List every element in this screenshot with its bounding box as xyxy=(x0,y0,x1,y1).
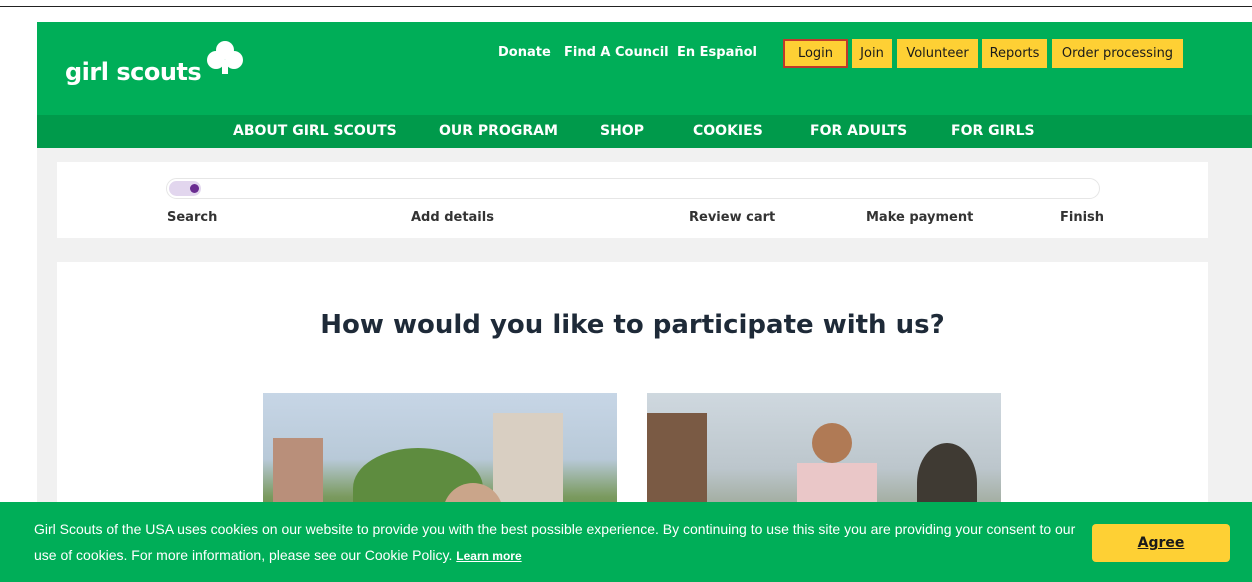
cookie-text: Girl Scouts of the USA uses cookies on o… xyxy=(34,516,1084,569)
cookie-message: Girl Scouts of the USA uses cookies on o… xyxy=(34,521,1076,563)
trefoil-icon xyxy=(207,41,243,74)
window-top-border xyxy=(0,6,1252,7)
step-finish: Finish xyxy=(1060,210,1105,225)
progress-track xyxy=(166,178,1100,199)
volunteer-button[interactable]: Volunteer xyxy=(897,39,978,68)
nav-our-program[interactable]: OUR PROGRAM xyxy=(439,123,558,139)
nav-for-girls[interactable]: FOR GIRLS xyxy=(951,123,1035,139)
girl-scouts-logo[interactable]: girl scouts xyxy=(65,58,202,86)
join-button[interactable]: Join xyxy=(852,39,892,68)
learn-more-link[interactable]: Learn more xyxy=(456,549,521,563)
order-processing-button[interactable]: Order processing xyxy=(1052,39,1183,68)
find-council-link[interactable]: Find A Council xyxy=(564,45,669,60)
step-make-payment: Make payment xyxy=(866,210,974,225)
donate-link[interactable]: Donate xyxy=(498,45,551,60)
step-review-cart: Review cart xyxy=(689,210,776,225)
agree-button[interactable]: Agree xyxy=(1092,524,1230,562)
espanol-link[interactable]: En Español xyxy=(677,45,757,60)
step-search: Search xyxy=(167,210,218,225)
site-header: girl scouts Donate Find A Council En Esp… xyxy=(37,22,1252,115)
step-add-details: Add details xyxy=(411,210,494,225)
page: girl scouts Donate Find A Council En Esp… xyxy=(37,22,1252,582)
nav-cookies[interactable]: COOKIES xyxy=(693,123,763,139)
nav-for-adults[interactable]: FOR ADULTS xyxy=(810,123,907,139)
cookie-consent-banner: Girl Scouts of the USA uses cookies on o… xyxy=(0,502,1252,582)
nav-about-girl-scouts[interactable]: ABOUT GIRL SCOUTS xyxy=(233,123,397,139)
reports-button[interactable]: Reports xyxy=(982,39,1047,68)
main-nav: ABOUT GIRL SCOUTS OUR PROGRAM SHOP COOKI… xyxy=(37,115,1252,148)
page-title: How would you like to participate with u… xyxy=(320,310,945,340)
progress-indicator-dot xyxy=(190,184,199,193)
checkout-progress: Search Add details Review cart Make paym… xyxy=(57,162,1208,238)
login-button[interactable]: Login xyxy=(783,39,848,68)
nav-shop[interactable]: SHOP xyxy=(600,123,644,139)
